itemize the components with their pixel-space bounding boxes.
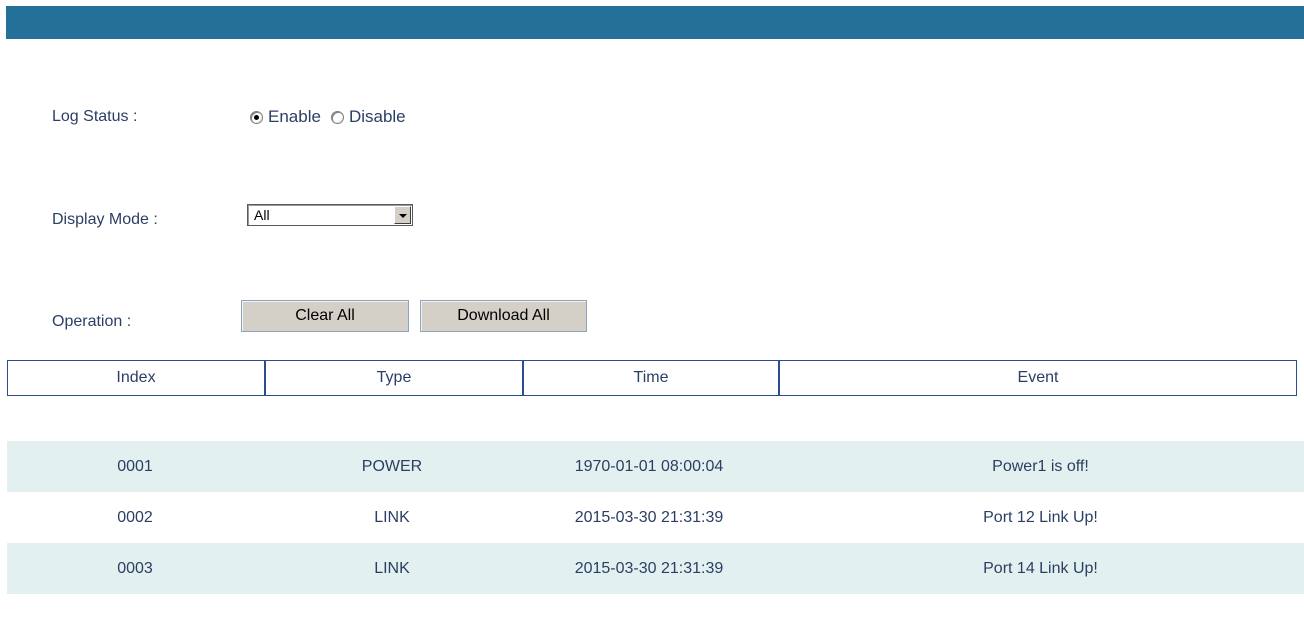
enable-radio-label[interactable]: Enable [268,107,321,127]
header-bar [6,6,1304,39]
table-row: 0002 LINK 2015-03-30 21:31:39 Port 12 Li… [7,492,1304,543]
cell-event: Port 14 Link Up! [983,559,1098,577]
table-row: 0001 POWER 1970-01-01 08:00:04 Power1 is… [7,441,1304,492]
operation-label: Operation : [52,313,132,330]
cell-time: 1970-01-01 08:00:04 [574,457,724,475]
cell-type: LINK [374,559,410,577]
log-table-body: 0001 POWER 1970-01-01 08:00:04 Power1 is… [7,441,1304,594]
log-status-radio-group: Enable Disable [250,107,416,127]
cell-type: POWER [361,457,423,475]
download-all-button[interactable]: Download All [420,300,587,332]
column-header-event: Event [778,361,1296,395]
clear-all-button[interactable]: Clear All [241,300,409,332]
enable-radio[interactable] [250,110,263,124]
cell-time: 2015-03-30 21:31:39 [574,559,724,577]
column-header-time: Time [522,361,778,395]
dropdown-arrow-icon[interactable] [394,206,411,224]
log-status-label: Log Status : [52,108,138,125]
column-header-index: Index [116,369,156,386]
disable-radio[interactable] [330,110,344,124]
cell-index: 0003 [117,559,153,577]
column-header-type: Type [264,361,522,395]
cell-type: LINK [374,508,410,526]
cell-time: 2015-03-30 21:31:39 [574,508,724,526]
display-mode-label: Display Mode : [52,211,158,228]
log-table-header: Index Type Time Event [7,360,1297,396]
table-row: 0003 LINK 2015-03-30 21:31:39 Port 14 Li… [7,543,1304,594]
cell-index: 0002 [117,508,153,526]
disable-radio-label[interactable]: Disable [349,107,406,127]
cell-event: Power1 is off! [992,457,1089,475]
cell-index: 0001 [117,457,153,475]
display-mode-value: All [254,207,270,223]
display-mode-select[interactable]: All [247,204,413,226]
cell-event: Port 12 Link Up! [983,508,1098,526]
